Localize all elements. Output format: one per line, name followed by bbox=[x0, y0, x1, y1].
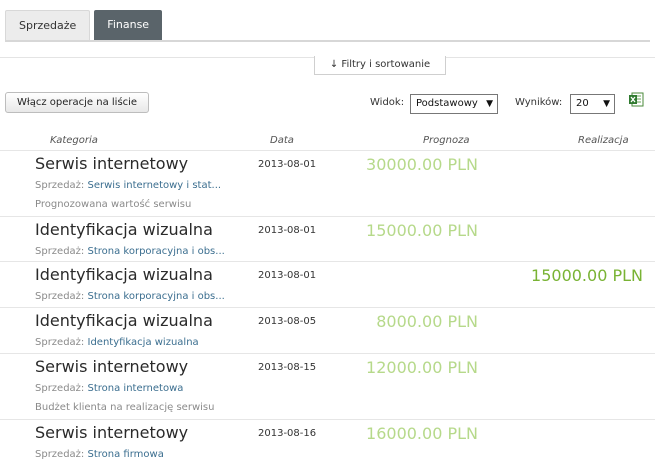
tab-sprzedaze[interactable]: Sprzedaże bbox=[5, 10, 91, 40]
table-row[interactable]: Identyfikacja wizualna Sprzedaż: Identyf… bbox=[0, 307, 655, 353]
row-date: 2013-08-01 bbox=[258, 225, 317, 236]
column-header-date[interactable]: Data bbox=[270, 135, 294, 146]
column-header-realization[interactable]: Realizacja bbox=[578, 135, 629, 146]
row-sub-link[interactable]: Strona internetowa bbox=[88, 383, 184, 394]
row-subtitle: Sprzedaż: Strona internetowa bbox=[35, 383, 247, 394]
table-row[interactable]: Serwis internetowy Sprzedaż: Strona firm… bbox=[0, 419, 655, 464]
table-row[interactable]: Serwis internetowy Sprzedaż: Serwis inte… bbox=[0, 150, 655, 216]
row-sub-link[interactable]: Strona korporacyjna i obs... bbox=[88, 246, 225, 257]
row-forecast: 12000.00 PLN bbox=[366, 358, 478, 377]
table-row[interactable]: Serwis internetowy Sprzedaż: Strona inte… bbox=[0, 353, 655, 419]
row-note: Prognozowana wartość serwisu bbox=[35, 199, 192, 210]
table-row[interactable]: Identyfikacja wizualna Sprzedaż: Strona … bbox=[0, 261, 655, 307]
row-date: 2013-08-16 bbox=[258, 428, 317, 439]
row-subtitle: Sprzedaż: Strona firmowa bbox=[35, 449, 247, 460]
excel-icon[interactable] bbox=[629, 92, 644, 107]
row-title[interactable]: Serwis internetowy bbox=[35, 154, 188, 173]
column-header-forecast[interactable]: Prognoza bbox=[423, 135, 469, 146]
row-note: Budżet klienta na realizację serwisu bbox=[35, 402, 215, 413]
row-date: 2013-08-05 bbox=[258, 316, 317, 327]
row-forecast: 16000.00 PLN bbox=[366, 424, 478, 443]
results-label: Wyników: bbox=[515, 97, 563, 108]
filters-sort-toggle[interactable]: ↓ Filtry i sortowanie bbox=[314, 56, 446, 75]
row-forecast: 30000.00 PLN bbox=[366, 155, 478, 174]
row-sub-prefix: Sprzedaż: bbox=[35, 383, 85, 394]
row-subtitle: Sprzedaż: Identyfikacja wizualna bbox=[35, 337, 247, 348]
column-header-category[interactable]: Kategoria bbox=[50, 135, 98, 146]
row-subtitle: Sprzedaż: Strona korporacyjna i obs... bbox=[35, 246, 247, 257]
tab-underline bbox=[5, 40, 650, 42]
view-label: Widok: bbox=[370, 97, 405, 108]
row-title[interactable]: Identyfikacja wizualna bbox=[35, 220, 213, 239]
row-sub-prefix: Sprzedaż: bbox=[35, 337, 85, 348]
view-select[interactable]: Podstawowy ▼ bbox=[410, 94, 498, 114]
row-sub-link[interactable]: Strona korporacyjna i obs... bbox=[88, 291, 225, 302]
tab-bar: Sprzedaże Finanse bbox=[5, 10, 166, 40]
row-title[interactable]: Serwis internetowy bbox=[35, 423, 188, 442]
row-realization: 15000.00 PLN bbox=[531, 266, 643, 285]
view-select-value: Podstawowy bbox=[416, 98, 478, 109]
row-sub-prefix: Sprzedaż: bbox=[35, 246, 85, 257]
row-forecast: 15000.00 PLN bbox=[366, 221, 478, 240]
filters-bar: ↓ Filtry i sortowanie bbox=[0, 56, 655, 76]
row-subtitle: Sprzedaż: Strona korporacyjna i obs... bbox=[35, 291, 247, 302]
row-date: 2013-08-01 bbox=[258, 159, 317, 170]
row-subtitle: Sprzedaż: Serwis internetowy i stat... bbox=[35, 180, 247, 191]
row-title[interactable]: Serwis internetowy bbox=[35, 357, 188, 376]
enable-list-operations-button[interactable]: Włącz operacje na liście bbox=[5, 92, 150, 113]
tab-finanse[interactable]: Finanse bbox=[94, 10, 163, 40]
results-select-value: 20 bbox=[576, 98, 589, 109]
row-sub-link[interactable]: Strona firmowa bbox=[88, 449, 164, 460]
dropdown-arrow-icon: ▼ bbox=[486, 99, 493, 109]
results-select[interactable]: 20 ▼ bbox=[570, 94, 615, 114]
row-sub-link[interactable]: Serwis internetowy i stat... bbox=[88, 180, 222, 191]
row-date: 2013-08-15 bbox=[258, 362, 317, 373]
row-forecast: 8000.00 PLN bbox=[376, 312, 478, 331]
row-sub-link[interactable]: Identyfikacja wizualna bbox=[88, 337, 199, 348]
row-title[interactable]: Identyfikacja wizualna bbox=[35, 311, 213, 330]
row-sub-prefix: Sprzedaż: bbox=[35, 449, 85, 460]
row-sub-prefix: Sprzedaż: bbox=[35, 291, 85, 302]
row-sub-prefix: Sprzedaż: bbox=[35, 180, 85, 191]
table-row[interactable]: Identyfikacja wizualna Sprzedaż: Strona … bbox=[0, 216, 655, 261]
row-title[interactable]: Identyfikacja wizualna bbox=[35, 265, 213, 284]
dropdown-arrow-icon: ▼ bbox=[603, 99, 610, 109]
row-date: 2013-08-01 bbox=[258, 270, 317, 281]
